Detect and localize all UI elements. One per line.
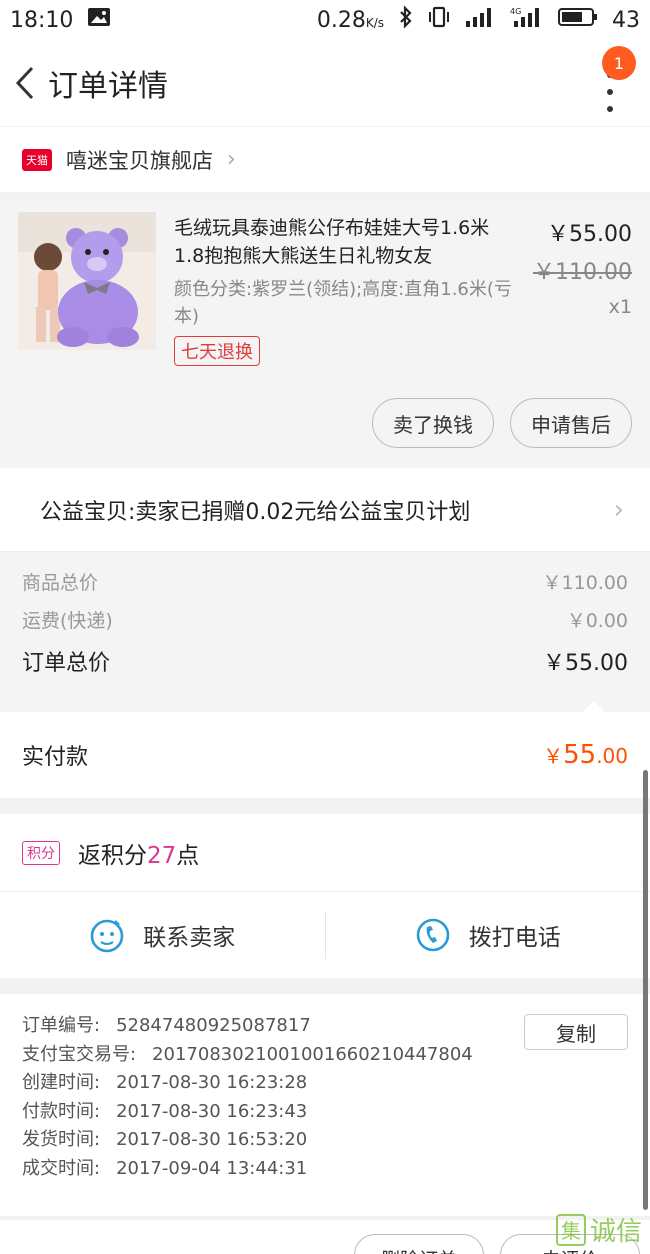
- network-speed: 0.28K/s: [316, 7, 384, 33]
- watermark-logo: 集诚信: [555, 1211, 642, 1248]
- caret-up-icon: [582, 701, 606, 713]
- status-bar: 18:10 0.28K/s 4G 43: [0, 0, 650, 40]
- signal-icon: [464, 6, 496, 34]
- battery-icon: [558, 7, 598, 33]
- scrollbar[interactable]: [643, 770, 648, 1210]
- product-spec: 颜色分类:紫罗兰(领结);高度:直角1.6米(亏本): [174, 279, 512, 327]
- created-time-row: 创建时间: 2017-08-30 16:23:28: [22, 1072, 308, 1093]
- charity-text: 公益宝贝:卖家已捐赠0.02元给公益宝贝计划: [40, 499, 471, 525]
- tmall-logo-icon: 天猫: [22, 148, 52, 171]
- product-name[interactable]: 毛绒玩具泰迪熊公仔布娃娃大号1.6米1.8抱抱熊大熊送生日礼物女友: [174, 214, 514, 270]
- call-phone-label: 拨打电话: [468, 925, 561, 951]
- chevron-right-icon: ›: [613, 494, 624, 525]
- bluetooth-icon: [398, 5, 414, 35]
- svg-text:4G: 4G: [510, 7, 521, 16]
- goods-total-value: ￥110.00: [542, 571, 628, 594]
- amount-paid-value: ￥55.00: [543, 740, 628, 770]
- goods-total-label: 商品总价: [22, 571, 99, 594]
- after-sale-button[interactable]: 申请售后: [510, 398, 632, 448]
- completed-time-row: 成交时间: 2017-09-04 13:44:31: [22, 1157, 308, 1179]
- points-text: 返积分27点: [78, 842, 200, 869]
- shop-name: 嘻迷宝贝旗舰店: [66, 148, 213, 173]
- vibrate-icon: [428, 6, 450, 34]
- app-header: 订单详情 1: [0, 40, 650, 126]
- contact-seller-label: 联系卖家: [143, 925, 236, 951]
- order-total-value: ￥55.00: [543, 651, 628, 676]
- shipping-label: 运费(快递): [22, 609, 113, 632]
- bottom-action-bar: 删除订单 去评价: [0, 1220, 650, 1254]
- order-total-label: 订单总价: [22, 651, 111, 676]
- back-arrow-icon: [15, 66, 34, 100]
- phone-icon: [416, 918, 450, 952]
- contact-bar: 联系卖家 拨打电话: [0, 892, 650, 978]
- product-image[interactable]: [18, 212, 156, 350]
- price-block: ￥55.00 ￥110.00 x1: [533, 216, 632, 318]
- amount-paid-label: 实付款: [22, 745, 89, 770]
- order-meta: 订单编号: 52847480925087817 支付宝交易号: 2017083021…: [0, 994, 650, 1216]
- notification-badge: 1: [602, 46, 636, 80]
- paid-time-row: 付款时间: 2017-08-30 16:23:43: [22, 1100, 308, 1122]
- delete-order-button[interactable]: 删除订单: [354, 1234, 484, 1254]
- page-title: 订单详情: [48, 69, 168, 104]
- back-button[interactable]: [8, 58, 42, 108]
- product-card: 毛绒玩具泰迪熊公仔布娃娃大号1.6米1.8抱抱熊大熊送生日礼物女友 颜色分类:紫…: [0, 200, 650, 468]
- clock: 18:10: [10, 7, 74, 33]
- copy-button[interactable]: 复制: [524, 1014, 628, 1050]
- chevron-right-icon: ›: [227, 147, 236, 172]
- call-phone-button[interactable]: 拨打电话: [326, 892, 650, 978]
- battery-level: 43: [612, 7, 640, 33]
- points-row: 积分 返积分27点: [0, 814, 650, 892]
- seven-day-return-tag: 七天退换: [174, 336, 260, 366]
- charity-row[interactable]: 公益宝贝:卖家已捐赠0.02元给公益宝贝计划 ›: [0, 468, 650, 552]
- contact-seller-button[interactable]: 联系卖家: [0, 892, 325, 978]
- signal-4g-icon: 4G: [510, 6, 544, 34]
- points-tag: 积分: [22, 840, 60, 865]
- shipped-time-row: 发货时间: 2017-08-30 16:53:20: [22, 1129, 308, 1150]
- image-notification-icon: [87, 7, 111, 33]
- price-summary: 商品总价 ￥110.00 运费(快递) ￥0.00 订单总价 ￥55.00: [0, 552, 650, 713]
- amount-paid-row: 实付款 ￥55.00: [0, 712, 650, 798]
- chat-face-icon: [90, 919, 124, 953]
- sell-button[interactable]: 卖了换钱: [372, 398, 494, 448]
- shipping-value: ￥0.00: [566, 609, 628, 632]
- quantity: x1: [608, 296, 632, 318]
- original-price: ￥110.00: [533, 260, 632, 285]
- current-price: ￥55.00: [547, 222, 632, 247]
- shop-row[interactable]: 天猫 嘻迷宝贝旗舰店 ›: [0, 126, 650, 192]
